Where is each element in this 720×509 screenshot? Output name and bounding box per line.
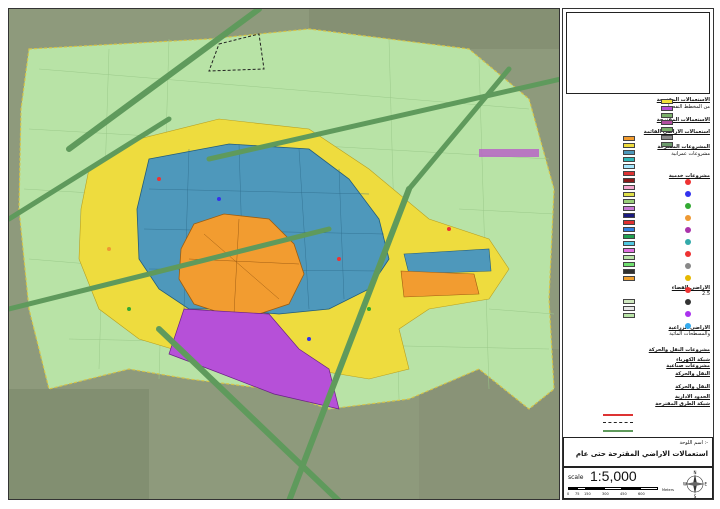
scale-bar	[568, 487, 660, 490]
legend-swatch	[623, 150, 635, 155]
legend-line-road	[603, 414, 633, 416]
legend-swatch	[623, 276, 635, 281]
logo-box	[566, 12, 710, 94]
scale-box: scale 1:5,000 0 75 150 300 450 600 Meter…	[563, 467, 713, 499]
legend-symbol	[685, 215, 691, 221]
scale-label: scale	[568, 474, 584, 481]
compass-e: E	[704, 482, 707, 487]
legend-swatch	[623, 306, 635, 311]
legend-swatch	[623, 192, 635, 197]
legend-symbol	[685, 263, 691, 269]
legend-symbol	[685, 275, 691, 281]
legend-swatch	[623, 269, 635, 274]
legend-swatch	[661, 135, 673, 140]
legend-swatch	[661, 113, 673, 118]
map-sheet: الاستعمالات المقترحة من المخطط التفصيلي …	[0, 0, 720, 509]
legend-swatch	[661, 142, 673, 147]
legend-swatch	[623, 262, 635, 267]
legend-swatch	[623, 206, 635, 211]
legend-swatch	[623, 241, 635, 246]
legend-symbol	[685, 227, 691, 233]
legend-swatch	[623, 171, 635, 176]
scale-tick: 300	[602, 492, 609, 496]
scale-tick: 75	[575, 492, 580, 496]
legend-swatch	[623, 157, 635, 162]
legend-heading-urban-projects: مشروعات خدمية	[668, 173, 710, 179]
scale-tick: 0	[567, 492, 570, 496]
satellite-field-1	[9, 389, 149, 499]
legend-heading-industrial: مشروعات صناعية	[666, 363, 710, 369]
legend-swatch	[623, 234, 635, 239]
legend-swatch	[661, 99, 673, 104]
legend-swatch	[623, 199, 635, 204]
scale-tick: 450	[620, 492, 627, 496]
scale-tick: 150	[584, 492, 591, 496]
legend-symbol	[685, 287, 691, 293]
legend-swatch	[623, 227, 635, 232]
scale-unit: Meters	[662, 488, 674, 492]
scale-value: 1:5,000	[590, 468, 637, 484]
urban-core-east	[400, 270, 480, 298]
legend-swatch	[661, 127, 673, 132]
legend-heading-admin: الحدود الادارية	[674, 394, 710, 400]
legend-symbol	[685, 323, 691, 329]
legend-symbol	[685, 251, 691, 257]
legend-swatch	[623, 164, 635, 169]
legend-heading-existing: استعمالات الاراضي القائمة	[643, 129, 710, 135]
legend-swatch	[623, 255, 635, 260]
legend-heading-transport2: النقل والحركة	[675, 384, 710, 390]
title-box: اسم اللوحة :- استعمالات الاراضي المقترحة…	[563, 437, 713, 467]
scale-tick: 600	[638, 492, 645, 496]
legend-heading-transport-projects: مشروعات النقل والحركة	[648, 347, 710, 353]
compass-n: N	[694, 470, 697, 475]
legend-line-proposed-road	[603, 430, 633, 432]
legend-swatch	[623, 185, 635, 190]
legend-panel: الاستعمالات المقترحة من المخطط التفصيلي …	[562, 8, 714, 500]
district-green-patch	[479, 149, 539, 157]
legend-swatch	[623, 299, 635, 304]
legend-symbol	[685, 191, 691, 197]
legend-heading-agri-sub: والمسطحات المائية	[669, 331, 710, 337]
legend-swatch	[623, 213, 635, 218]
map-title: استعمالات الاراضي المقترحة حتى عام	[575, 450, 708, 458]
legend-symbol	[685, 203, 691, 209]
land-use-map[interactable]	[8, 8, 560, 500]
legend-heading-roads: شبكة الطرق المقترحة	[655, 401, 710, 407]
legend-line-boundary	[603, 422, 633, 424]
legend-swatch	[623, 136, 635, 141]
map-canvas[interactable]	[9, 9, 560, 500]
legend-swatch	[623, 178, 635, 183]
legend-swatch	[623, 248, 635, 253]
legend-symbol	[685, 179, 691, 185]
legend-swatch	[623, 313, 635, 318]
legend-symbol	[685, 239, 691, 245]
legend-swatch	[661, 106, 673, 111]
compass-rose-icon: N S E W	[682, 470, 708, 499]
legend-area-value: 2.5	[702, 291, 710, 297]
legend-swatch	[661, 120, 673, 125]
legend-heading-transport: النقل والحركة	[675, 371, 710, 377]
legend-symbol	[685, 311, 691, 317]
compass-s: S	[694, 494, 697, 498]
legend-swatch	[623, 220, 635, 225]
legend-swatch	[623, 143, 635, 148]
compass-w: W	[683, 482, 687, 487]
title-label: اسم اللوحة :-	[679, 440, 709, 446]
legend-symbol	[685, 299, 691, 305]
legend-heading-urban-sub: مشروعات عمرانية	[671, 151, 710, 157]
